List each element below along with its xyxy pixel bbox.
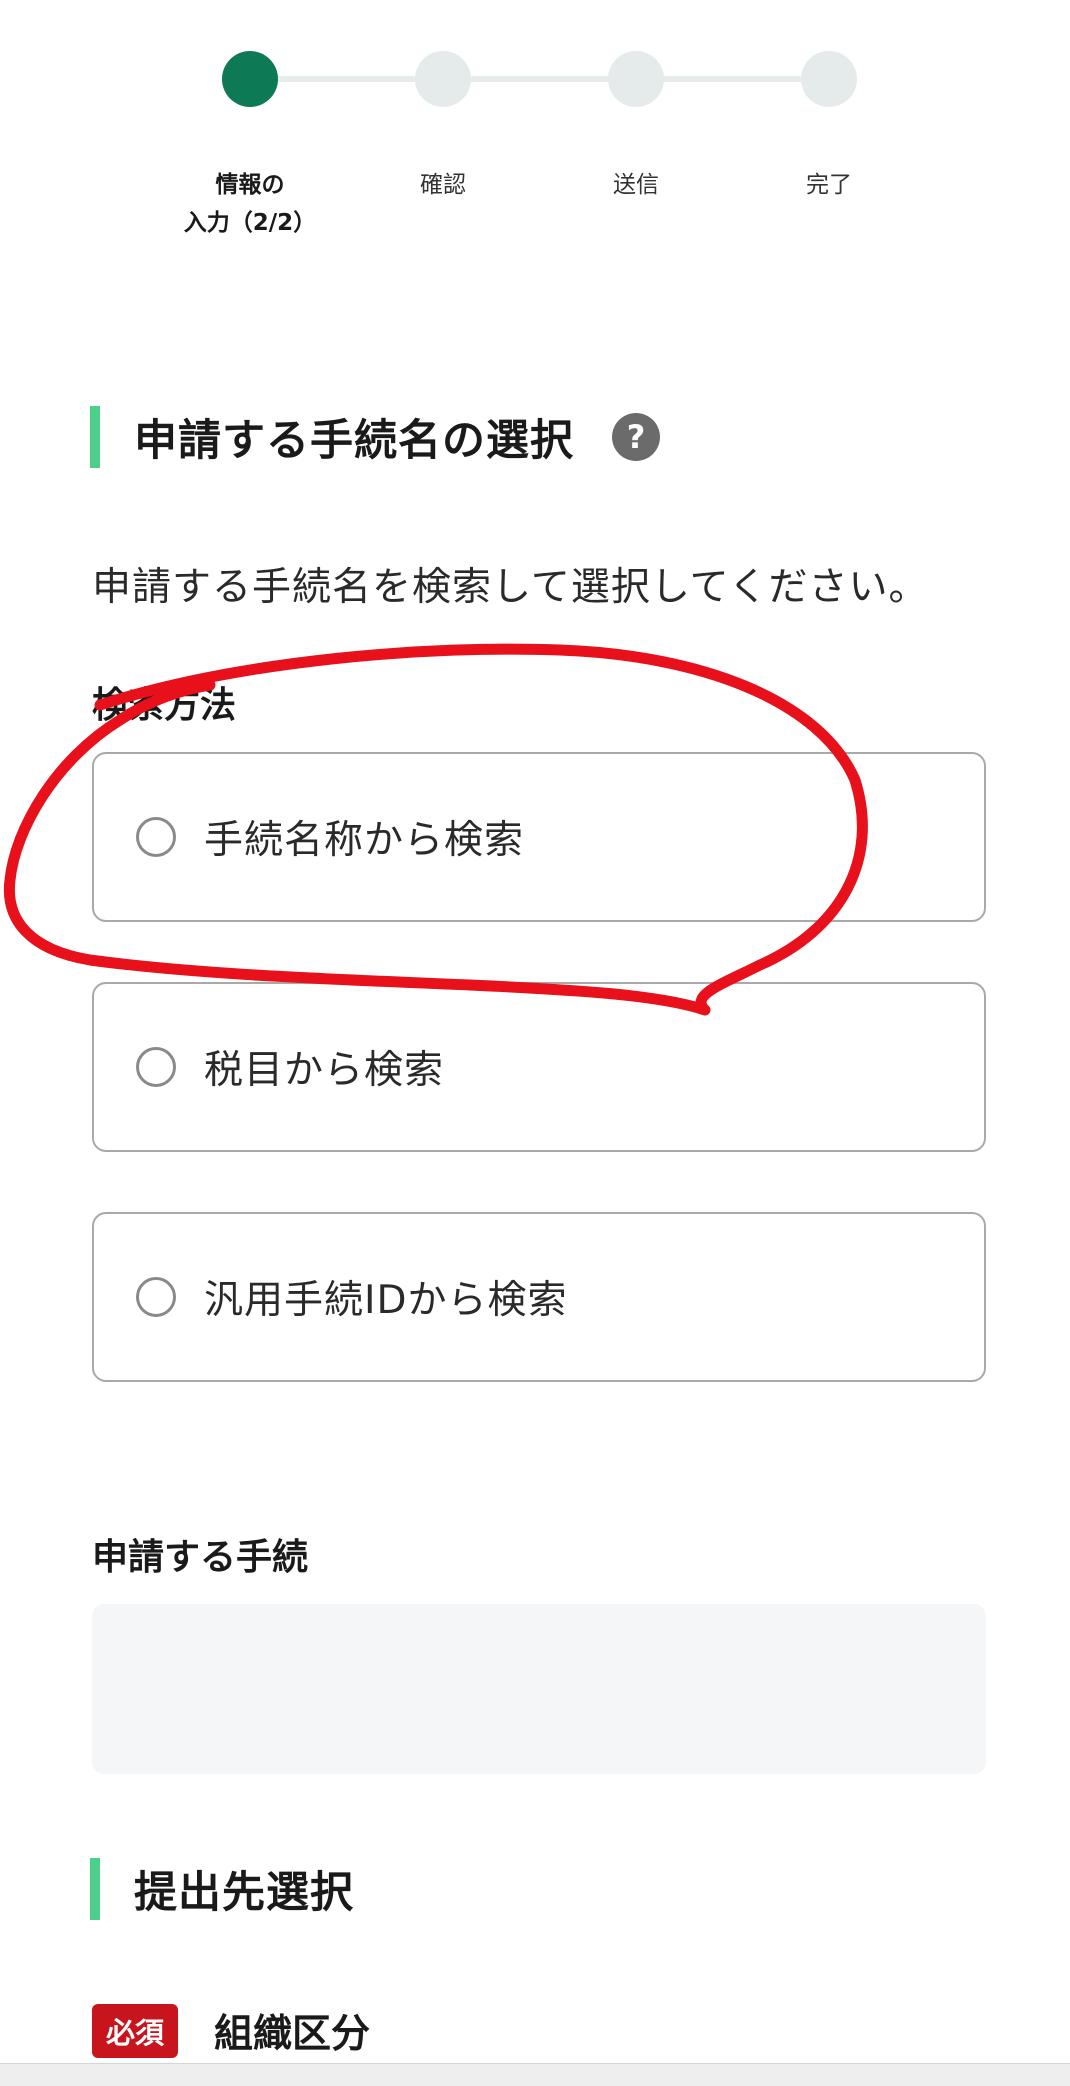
destination-section-title: 提出先選択 [134, 1868, 354, 1918]
step-1-indicator [222, 51, 278, 107]
step-2-indicator [415, 51, 471, 107]
bottom-bar-edge [0, 2063, 1070, 2086]
heading-accent-bar [90, 406, 100, 468]
step-1-label: 情報の 入力（2/2） [170, 166, 330, 242]
step-4-indicator [801, 51, 857, 107]
procedure-section-title: 申請する手続名の選択 [134, 416, 574, 466]
search-by-procedure-id-option[interactable]: 汎用手続IDから検索 [92, 1212, 986, 1382]
step-2-label: 確認 [363, 166, 523, 204]
option-label: 汎用手続IDから検索 [204, 1278, 568, 1323]
step-4-label-text: 完了 [806, 172, 852, 198]
step-2-label-text: 確認 [420, 172, 466, 198]
step-3-indicator [608, 51, 664, 107]
question-mark-icon[interactable]: ? [612, 413, 660, 461]
option-label: 税目から検索 [204, 1048, 445, 1093]
step-4-label: 完了 [749, 166, 909, 204]
step-3-label-text: 送信 [613, 172, 659, 198]
option-label: 手続名称から検索 [204, 818, 525, 863]
step-1-label-line1: 情報の [215, 172, 285, 198]
help-glyph: ? [626, 418, 646, 456]
progress-stepper: 情報の 入力（2/2） 確認 送信 完了 [0, 0, 1070, 260]
radio-button[interactable] [136, 817, 176, 857]
radio-button[interactable] [136, 1277, 176, 1317]
search-method-label: 検索方法 [92, 685, 237, 726]
step-3-label: 送信 [556, 166, 716, 204]
selected-procedure-display [92, 1604, 986, 1774]
org-category-label: 組織区分 [214, 2012, 371, 2057]
procedure-section-heading: 申請する手続名の選択 ? [90, 406, 660, 468]
destination-section-heading: 提出先選択 [90, 1858, 354, 1920]
selected-procedure-label: 申請する手続 [92, 1537, 309, 1578]
radio-button[interactable] [136, 1047, 176, 1087]
org-category-field-label: 必須 組織区分 [92, 2003, 370, 2059]
heading-accent-bar [90, 1858, 100, 1920]
required-badge: 必須 [92, 2004, 179, 2058]
procedure-instruction: 申請する手続名を検索して選択してください。 [92, 565, 929, 610]
search-by-tax-item-option[interactable]: 税目から検索 [92, 982, 986, 1152]
step-1-label-line2: 入力（2/2） [183, 210, 317, 236]
search-by-procedure-name-option[interactable]: 手続名称から検索 [92, 752, 986, 922]
